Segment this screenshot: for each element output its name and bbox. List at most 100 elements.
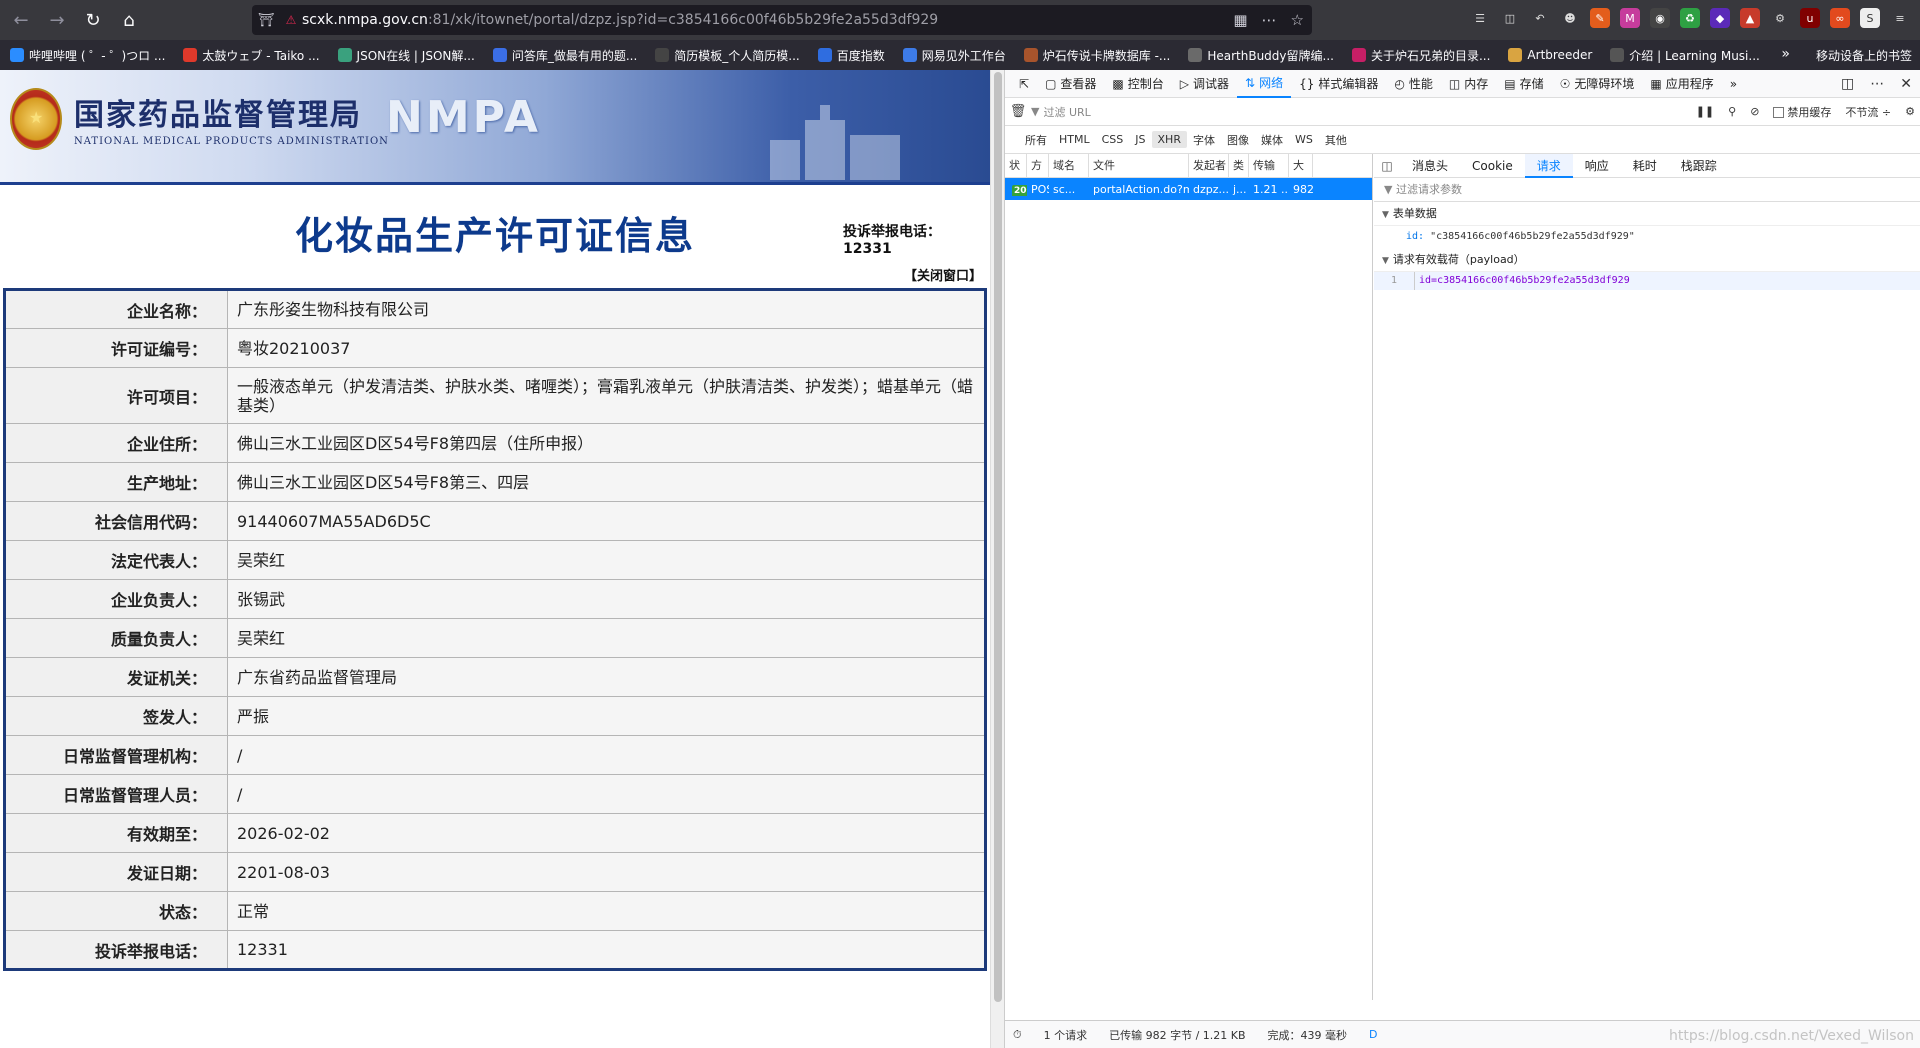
extension-icon[interactable]: ◆: [1710, 8, 1730, 28]
tab-performance[interactable]: ◴ 性能: [1386, 70, 1441, 98]
shield-icon[interactable]: ⛩: [252, 13, 280, 28]
detail-tab[interactable]: 耗时: [1621, 154, 1669, 178]
detail-filter-input[interactable]: ▼ 过滤请求参数: [1374, 178, 1920, 202]
tab-style-editor[interactable]: {} 样式编辑器: [1291, 70, 1386, 98]
extension-icon[interactable]: S: [1860, 8, 1880, 28]
column-header[interactable]: 文件: [1089, 153, 1189, 178]
column-header[interactable]: 域名: [1049, 153, 1089, 178]
extension-icon[interactable]: M: [1620, 8, 1640, 28]
extension-icon[interactable]: ✎: [1590, 8, 1610, 28]
bookmark-item[interactable]: 介绍 | Learning Musi...: [1610, 47, 1760, 64]
tab-network[interactable]: ⇅ 网络: [1237, 70, 1292, 98]
reload-icon[interactable]: ↻: [78, 5, 108, 35]
toggle-panel-icon[interactable]: ◫: [1374, 159, 1400, 173]
bookmark-item[interactable]: 简历模板_个人简历模...: [655, 47, 800, 64]
dock-icon[interactable]: ◫: [1841, 76, 1854, 92]
detail-tab[interactable]: 栈跟踪: [1669, 154, 1729, 178]
page-scrollbar[interactable]: [990, 70, 1004, 1048]
more-options-icon[interactable]: ⋯: [1870, 76, 1884, 92]
type-filter-4[interactable]: XHR: [1151, 131, 1187, 148]
bookmark-item[interactable]: 网易见外工作台: [902, 47, 1006, 64]
bookmark-label: 网易见外工作台: [921, 48, 1006, 63]
extension-icon[interactable]: ◉: [1650, 8, 1670, 28]
tab-debugger[interactable]: ▷ 调试器: [1172, 70, 1237, 98]
disable-cache-checkbox[interactable]: 禁用缓存: [1773, 104, 1831, 120]
bookmark-item[interactable]: 太鼓ウェブ - Taiko ...: [183, 47, 320, 64]
element-picker-icon[interactable]: ⇱: [1011, 70, 1037, 98]
bookmark-item[interactable]: 炉石传说卡牌数据库 -...: [1023, 47, 1170, 64]
pause-icon[interactable]: ❚❚: [1696, 105, 1714, 118]
bookmark-item[interactable]: 哔哩哔哩 ( ゜- ゜)つロ ...: [10, 47, 165, 64]
type-filter-9[interactable]: 其他: [1319, 130, 1353, 150]
clear-requests-icon[interactable]: 🗑: [1005, 104, 1031, 119]
type-filter-1[interactable]: HTML: [1053, 131, 1096, 148]
checkbox-box[interactable]: [1773, 107, 1785, 118]
finished-time: 完成：439 毫秒: [1267, 1028, 1348, 1042]
tab-accessibility[interactable]: ☉ 无障碍环境: [1552, 70, 1643, 98]
more-tabs-icon[interactable]: »: [1722, 70, 1745, 98]
type-filter-5[interactable]: 字体: [1187, 130, 1221, 150]
type-filter-0[interactable]: 所有: [1019, 130, 1053, 150]
form-data-section[interactable]: ▼ 表单数据: [1374, 202, 1920, 226]
extension-icon[interactable]: ⚙: [1770, 8, 1790, 28]
home-icon[interactable]: ⌂: [114, 5, 144, 35]
bookmark-item[interactable]: 关于炉石兄弟的目录...: [1351, 47, 1490, 64]
column-header[interactable]: 发起者: [1189, 153, 1229, 178]
tab-storage[interactable]: ▤ 存储: [1496, 70, 1551, 98]
bookmark-item[interactable]: 问答库_做最有用的题...: [492, 47, 637, 64]
column-header[interactable]: 方: [1027, 153, 1049, 178]
url-text[interactable]: scxk.nmpa.gov.cn:81/xk/itownet/portal/dz…: [302, 12, 938, 28]
url-bar[interactable]: ⛩ ⚠ scxk.nmpa.gov.cn:81/xk/itownet/porta…: [252, 5, 1312, 35]
type-filter-7[interactable]: 媒体: [1255, 130, 1289, 150]
bookmark-item[interactable]: HearthBuddy留牌编...: [1188, 47, 1334, 64]
mobile-bookmarks[interactable]: 移动设备上的书签: [1816, 47, 1912, 64]
column-header[interactable]: 传输: [1249, 153, 1289, 178]
page-actions-icon[interactable]: ⋯: [1262, 11, 1277, 29]
throttle-select[interactable]: 不节流 ÷: [1845, 104, 1891, 120]
tab-memory[interactable]: ◫ 内存: [1441, 70, 1496, 98]
tab-console[interactable]: ▩ 控制台: [1104, 70, 1171, 98]
column-header[interactable]: 类: [1229, 153, 1249, 178]
network-settings-icon[interactable]: ⚙: [1905, 105, 1915, 118]
extension-icon[interactable]: ∞: [1830, 8, 1850, 28]
bookmark-star-icon[interactable]: ☆: [1291, 11, 1304, 29]
search-icon[interactable]: ⚲: [1728, 105, 1736, 118]
type-filter-8[interactable]: WS: [1289, 131, 1319, 148]
detail-tab[interactable]: 请求: [1524, 153, 1573, 178]
column-header[interactable]: 大: [1289, 153, 1313, 178]
tab-inspector[interactable]: ▢ 查看器: [1037, 70, 1104, 98]
timer-icon[interactable]: ⏱: [1013, 1028, 1022, 1042]
ublock-icon[interactable]: u: [1800, 8, 1820, 28]
library-icon[interactable]: ☰: [1470, 8, 1490, 28]
detail-tab[interactable]: 响应: [1573, 154, 1621, 178]
extension-icon[interactable]: ▲: [1740, 8, 1760, 28]
column-header[interactable]: 状: [1005, 153, 1027, 178]
request-row[interactable]: 200 POS sc... portalAction.do?meth dzpz.…: [1005, 178, 1372, 200]
close-devtools-icon[interactable]: ✕: [1900, 76, 1912, 92]
forward-icon[interactable]: →: [42, 5, 72, 35]
menu-icon[interactable]: ≡: [1890, 8, 1910, 28]
payload-section[interactable]: ▼ 请求有效载荷（payload）: [1374, 248, 1920, 272]
sidebar-icon[interactable]: ◫: [1500, 8, 1520, 28]
insecure-lock-icon[interactable]: ⚠: [280, 13, 302, 27]
type-filter-2[interactable]: CSS: [1096, 131, 1130, 148]
bookmarks-overflow-icon[interactable]: »: [1781, 46, 1790, 62]
qr-code-icon[interactable]: ▦: [1233, 11, 1247, 29]
bookmark-label: 太鼓ウェブ - Taiko ...: [202, 48, 320, 63]
type-filter-6[interactable]: 图像: [1221, 130, 1255, 150]
filter-url-input[interactable]: ▼ 过滤 URL: [1031, 104, 1091, 120]
close-window-link[interactable]: 【关闭窗口】: [904, 265, 982, 284]
block-icon[interactable]: ⊘: [1750, 105, 1759, 118]
type-filter-3[interactable]: JS: [1129, 131, 1151, 148]
detail-tab[interactable]: 消息头: [1400, 154, 1460, 178]
tab-application[interactable]: ▦ 应用程序: [1642, 70, 1721, 98]
bookmark-item[interactable]: Artbreeder: [1508, 48, 1592, 62]
detail-tab[interactable]: Cookie: [1460, 154, 1525, 178]
scrollbar-thumb[interactable]: [994, 72, 1002, 1002]
undo-icon[interactable]: ↶: [1530, 8, 1550, 28]
account-icon[interactable]: ☻: [1560, 8, 1580, 28]
extension-icon[interactable]: ♻: [1680, 8, 1700, 28]
bookmark-item[interactable]: JSON在线 | JSON解...: [337, 47, 475, 64]
back-icon[interactable]: ←: [6, 5, 36, 35]
bookmark-item[interactable]: 百度指数: [817, 47, 885, 64]
